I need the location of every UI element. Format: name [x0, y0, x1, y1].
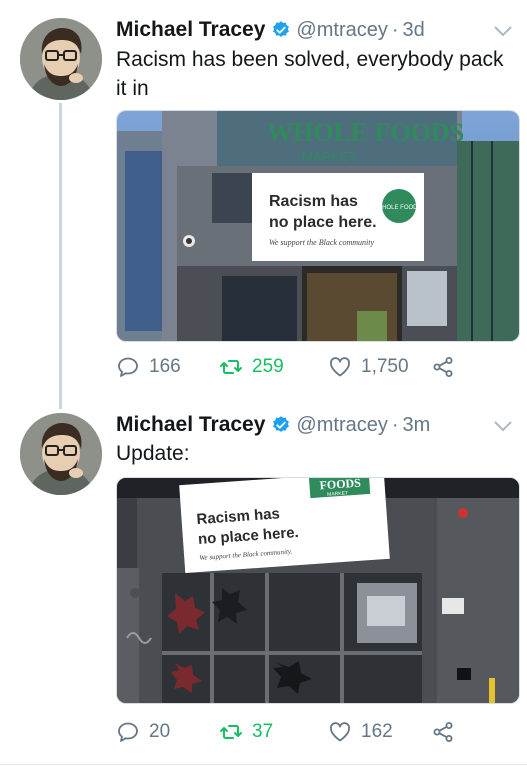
divider — [0, 764, 527, 765]
like-button[interactable]: 162 — [328, 720, 393, 744]
like-icon — [329, 722, 351, 742]
handle[interactable]: @mtracey — [296, 414, 387, 437]
retweet-count: 259 — [252, 356, 284, 377]
like-count: 1,750 — [361, 356, 409, 377]
avatar-illustration — [20, 18, 102, 100]
retweet-icon — [220, 725, 242, 739]
tweet-2[interactable]: Michael Tracey @mtracey · 3m Update: Rac… — [0, 395, 527, 765]
reply-button[interactable]: 20 — [116, 720, 170, 744]
banner-logo: WHOLE FOODS — [376, 205, 421, 211]
reply-count: 166 — [149, 356, 181, 377]
tweet-1[interactable]: Michael Tracey @mtracey · 3d Racism has … — [0, 0, 527, 395]
retweet-button[interactable]: 259 — [219, 355, 284, 379]
retweet-icon — [220, 360, 242, 374]
reply-button[interactable]: 166 — [116, 355, 181, 379]
timestamp[interactable]: 3m — [403, 414, 431, 437]
banner-headline-1: Racism has — [269, 193, 358, 210]
tweet-actions: 166 259 1,750 — [116, 355, 476, 385]
reply-icon — [118, 722, 138, 742]
tweet-header: Michael Tracey @mtracey · 3d — [116, 14, 425, 46]
verified-badge-icon — [273, 21, 290, 37]
avatar[interactable] — [20, 18, 102, 100]
tweet-actions: 20 37 162 — [116, 720, 476, 750]
reply-icon — [118, 357, 138, 377]
banner-headline-2: no place here. — [269, 214, 377, 231]
verified-badge-icon — [273, 416, 290, 432]
tweet-photo[interactable]: WHOLE FOODS MARKET Racism has no place h… — [116, 110, 520, 342]
like-button[interactable]: 1,750 — [328, 355, 409, 379]
share-button[interactable] — [431, 355, 464, 379]
share-button[interactable] — [431, 720, 464, 744]
retweet-count: 37 — [252, 721, 274, 742]
storefront-sign-sub: MARKET — [302, 149, 356, 164]
avatar-illustration — [20, 413, 102, 495]
vandalized-storefront-photo: Racism has no place here. We support the… — [117, 478, 519, 703]
chevron-down-icon[interactable] — [493, 24, 513, 38]
display-name[interactable]: Michael Tracey — [116, 413, 265, 437]
separator: · — [391, 18, 399, 41]
tweet-text: Racism has been solved, everybody pack i… — [116, 48, 504, 100]
display-name[interactable]: Michael Tracey — [116, 18, 265, 42]
banner-tagline: We support the Black community — [269, 238, 374, 247]
tweet-text: Update: — [116, 442, 190, 465]
separator: · — [391, 413, 399, 436]
reply-count: 20 — [149, 721, 171, 742]
like-icon — [329, 357, 351, 377]
storefront-photo: WHOLE FOODS MARKET Racism has no place h… — [117, 111, 519, 341]
like-count: 162 — [361, 721, 393, 742]
share-icon — [433, 722, 453, 742]
timestamp[interactable]: 3d — [403, 19, 425, 42]
tweet-header: Michael Tracey @mtracey · 3m — [116, 409, 430, 441]
retweet-button[interactable]: 37 — [219, 720, 273, 744]
storefront-sign: WHOLE FOODS — [267, 118, 464, 147]
avatar[interactable] — [20, 413, 102, 495]
share-icon — [433, 357, 453, 377]
tweet-photo[interactable]: Racism has no place here. We support the… — [116, 477, 520, 704]
handle[interactable]: @mtracey — [296, 19, 387, 42]
chevron-down-icon[interactable] — [493, 419, 513, 433]
